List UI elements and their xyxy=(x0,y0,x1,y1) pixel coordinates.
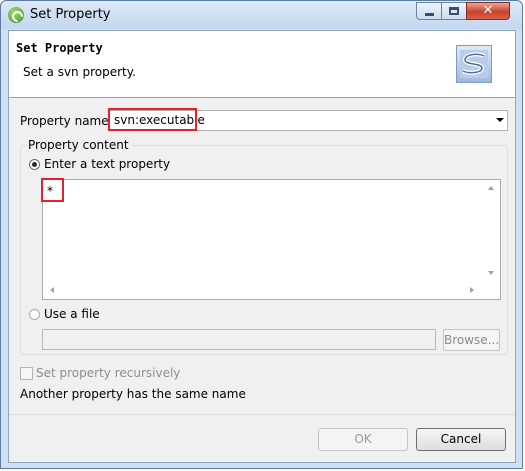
vertical-scrollbar[interactable] xyxy=(483,180,500,282)
close-button[interactable]: ✕ xyxy=(466,2,510,20)
recursive-label[interactable]: Set property recursively xyxy=(36,366,180,380)
use-file-label[interactable]: Use a file xyxy=(44,307,100,321)
property-content-label: Property content xyxy=(25,138,132,152)
window-title: Set Property xyxy=(30,7,111,22)
horizontal-scrollbar[interactable] xyxy=(43,282,483,299)
text-value-highlight xyxy=(41,178,64,202)
status-message: Another property has the same name xyxy=(20,387,246,401)
title-bar[interactable]: Set Property ✕ xyxy=(1,1,522,29)
dialog-header: Set Property Set a svn property. xyxy=(9,31,515,98)
cancel-button[interactable]: Cancel xyxy=(416,428,506,451)
file-path-input[interactable] xyxy=(42,329,436,350)
scroll-right-icon[interactable] xyxy=(470,287,474,293)
chevron-down-icon[interactable] xyxy=(496,118,504,122)
close-icon: ✕ xyxy=(482,3,494,18)
scroll-up-icon[interactable] xyxy=(488,186,494,190)
set-property-dialog: Set Property ✕ Set Property Set a svn pr… xyxy=(0,0,523,469)
header-description: Set a svn property. xyxy=(23,65,136,79)
maximize-icon xyxy=(449,7,459,15)
scroll-down-icon[interactable] xyxy=(488,271,494,275)
property-name-highlight xyxy=(108,108,197,131)
use-file-radio[interactable] xyxy=(29,309,40,320)
scroll-left-icon[interactable] xyxy=(50,287,54,293)
eclipse-spring-icon xyxy=(8,7,24,23)
property-name-label: Property name : xyxy=(20,114,117,128)
button-bar-divider xyxy=(9,414,515,415)
property-text-area[interactable]: * xyxy=(42,179,501,300)
ok-button[interactable]: OK xyxy=(318,428,408,451)
browse-button[interactable]: Browse... xyxy=(443,329,500,351)
svn-logo-icon xyxy=(456,45,492,83)
recursive-checkbox[interactable] xyxy=(20,367,33,380)
text-property-radio[interactable] xyxy=(29,159,40,170)
maximize-button[interactable] xyxy=(441,2,467,20)
dialog-body: Set Property Set a svn property. Propert… xyxy=(8,30,516,463)
text-property-label[interactable]: Enter a text property xyxy=(44,157,170,171)
minimize-button[interactable] xyxy=(416,2,442,20)
header-title: Set Property xyxy=(16,41,103,55)
minimize-icon xyxy=(425,13,434,16)
